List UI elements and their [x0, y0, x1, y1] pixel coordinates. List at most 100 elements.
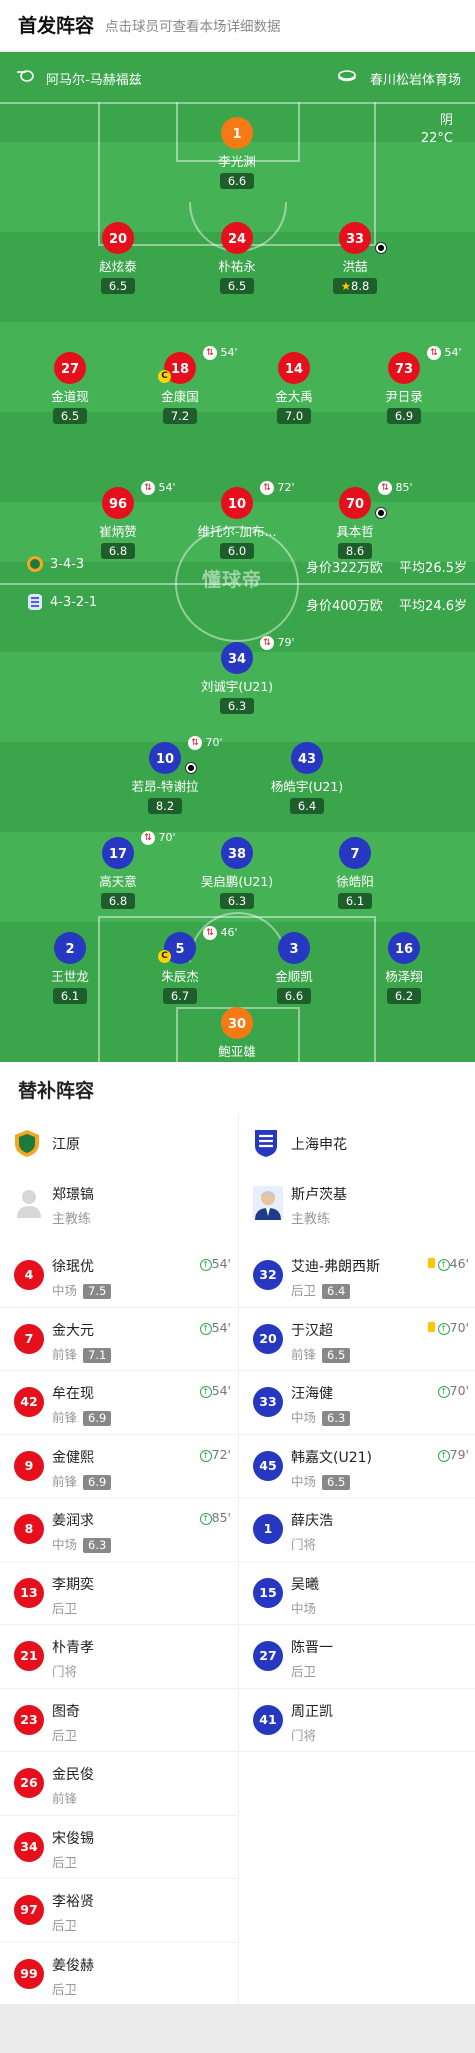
sub-row[interactable]: 99 姜俊赫 后卫	[0, 1943, 237, 2006]
sub-out-icon: ⇅	[203, 346, 217, 360]
sub-row[interactable]: 8 姜润求 中场 6.3 ↑ 85'	[0, 1498, 237, 1562]
home-coach[interactable]: 郑璟镐 主教练	[0, 1172, 237, 1244]
player-rating-value: 6.3	[227, 894, 247, 908]
player-number: 16	[388, 932, 420, 964]
coach-avatar-icon	[17, 1190, 41, 1218]
sub-in-minute: ↑ 79'	[437, 1447, 469, 1462]
sub-number: 1	[253, 1514, 283, 1544]
sub-position: 后卫	[52, 1979, 77, 1998]
sub-row[interactable]: 21 朴青孝 门将	[0, 1625, 237, 1689]
sub-in-minute: ↑ 54'	[199, 1320, 231, 1335]
player-number: 96	[102, 487, 134, 519]
sub-row[interactable]: 32 艾迪-弗朗西斯 后卫 6.4 ↑ 46'	[239, 1244, 475, 1308]
away-player[interactable]: 5 ⇅ 46' C 朱辰杰 6.7	[120, 926, 240, 1004]
sub-position-label: 门将	[52, 1664, 78, 1679]
sub-row[interactable]: 97 李裕贤 后卫	[0, 1879, 237, 1943]
home-player[interactable]: 96 ⇅ 54' 崔炳赞 6.8	[58, 481, 178, 559]
home-player[interactable]: 24 朴祐永 6.5	[177, 222, 297, 294]
sub-position-label: 中场	[291, 1600, 317, 1616]
home-player[interactable]: 20 赵炫泰 6.5	[58, 222, 178, 294]
away-player[interactable]: 34 ⇅ 79' 刘诚宇(U21) 6.3	[177, 636, 297, 714]
player-rating-value: 6.4	[297, 799, 317, 813]
subs-header: 替补阵容	[0, 1062, 475, 1114]
home-player[interactable]: 18 ⇅ 54' C 金康国 7.2	[120, 346, 240, 424]
sub-rating: 7.1	[83, 1347, 112, 1363]
player-rating: 6.5	[100, 278, 136, 294]
player-rating: 6.8	[100, 893, 136, 909]
sub-in-icon: ↑	[199, 1386, 212, 1398]
away-player[interactable]: 38 吴启鹏(U21) 6.3	[177, 837, 297, 909]
home-player[interactable]: 1 李光渊 6.6	[177, 117, 297, 189]
sub-row[interactable]: 20 于汉超 前锋 6.5 ↑ 70'	[239, 1308, 475, 1371]
sub-in-minute-value: 70'	[449, 1319, 469, 1335]
sub-row[interactable]: 41 周正凯 门将	[239, 1689, 475, 1752]
sub-out-marker: ⇅ 79'	[260, 636, 295, 650]
captain-icon: C	[158, 950, 171, 963]
sub-name: 金民俊	[52, 1767, 94, 1783]
sub-number: 33	[253, 1387, 283, 1417]
away-player[interactable]: 16 杨泽翔 6.2	[344, 932, 464, 1004]
sub-row[interactable]: 7 金大元 前锋 7.1 ↑ 54'	[0, 1308, 237, 1371]
player-name: 朴祐永	[218, 259, 256, 274]
sub-row[interactable]: 27 陈晋一 后卫	[239, 1625, 475, 1689]
home-player[interactable]: 70 ⇅ 85' ● 具本哲 8.6	[295, 481, 415, 559]
sub-row[interactable]: 13 李期奕 后卫	[0, 1562, 237, 1625]
player-rating: 6.8	[100, 543, 136, 559]
sub-row[interactable]: 9 金健熙 前锋 6.9 ↑ 72'	[0, 1435, 237, 1498]
player-number: 70	[339, 487, 371, 519]
sub-row[interactable]: 4 徐珉优 中场 7.5 ↑ 54'	[0, 1244, 237, 1308]
sub-name: 牟在现	[52, 1386, 94, 1402]
sub-out-minute: 54'	[441, 346, 462, 359]
home-subs-team[interactable]: 江原	[0, 1114, 237, 1172]
home-player[interactable]: 27 金道现 6.5	[10, 352, 130, 424]
sub-position-label: 后卫	[52, 1600, 78, 1616]
sub-position-label: 后卫	[291, 1283, 317, 1298]
player-rating-value: 7.2	[170, 409, 190, 423]
home-player[interactable]: 14 金大禹 7.0	[234, 352, 354, 424]
away-coach-role: 主教练	[291, 1212, 331, 1227]
sub-name: 陈晋一	[291, 1640, 333, 1656]
away-player[interactable]: 7 徐皓阳 6.1	[295, 837, 415, 909]
sub-row[interactable]: 1 薛庆浩 门将	[239, 1498, 475, 1562]
home-player[interactable]: 33 ● 洪喆 ★8.8	[295, 222, 415, 294]
player-rating: 6.3	[219, 698, 255, 714]
subs-title: 替补阵容	[18, 1080, 95, 1102]
sub-out-marker: ⇅ 85'	[378, 481, 413, 495]
away-player[interactable]: 2 王世龙 6.1	[10, 932, 130, 1004]
sub-out-minute: 70'	[202, 736, 223, 749]
sub-number: 21	[14, 1641, 44, 1671]
away-player[interactable]: 30鲍亚雄6.0	[177, 1007, 297, 1062]
sub-row[interactable]: 33 汪海健 中场 6.3 ↑ 70'	[239, 1371, 475, 1435]
away-player[interactable]: 3 金顺凯 6.6	[234, 932, 354, 1004]
sub-position: 前锋	[52, 1788, 77, 1807]
player-rating-value: 6.2	[394, 989, 414, 1003]
sub-number: 97	[14, 1895, 44, 1925]
player-name: 吴启鹏(U21)	[200, 874, 274, 889]
sub-name: 吴曦	[291, 1576, 319, 1593]
away-player[interactable]: 43 杨皓宇(U21) 6.4	[247, 742, 367, 814]
player-name: 鲍亚雄	[218, 1044, 256, 1059]
away-subs-list: 32 艾迪-弗朗西斯 后卫 6.4 ↑ 46' 20 于汉超 前锋 6.5 ↑ 70' 33 汪海健 中场 6…	[239, 1244, 475, 1752]
away-player[interactable]: 17 ⇅ 70' 高天意 6.8	[58, 831, 178, 909]
home-team-name: 阿马尔-马赫福兹	[46, 73, 142, 88]
player-name: 洪喆	[342, 259, 368, 274]
sub-out-icon: ⇅	[260, 636, 274, 650]
sub-in-minute: ↑ 70'	[437, 1383, 469, 1398]
sub-in-icon: ↑	[437, 1386, 450, 1398]
sub-position: 门将	[291, 1534, 316, 1553]
sub-number: 32	[253, 1260, 283, 1290]
home-player[interactable]: 10 ⇅ 72' 维托尔-加布... 6.0	[177, 481, 297, 559]
sub-row[interactable]: 34 宋俊锡 后卫	[0, 1816, 237, 1879]
sub-row[interactable]: 45 韩嘉文(U21) 中场 6.5 ↑ 79'	[239, 1435, 475, 1498]
home-player[interactable]: 73 ⇅ 54' 尹日录 6.9	[344, 346, 464, 424]
home-subs-column: 江原 郑璟镐 主教练 4 徐珉优 中场 7.5 ↑ 54' 7 金大元 前锋 7.1 ↑ 54' 42 牟…	[0, 1114, 237, 2006]
sub-position-label: 前锋	[52, 1473, 78, 1489]
sub-row[interactable]: 26 金民俊 前锋	[0, 1752, 237, 1816]
sub-out-marker: ⇅ 72'	[260, 481, 295, 495]
away-subs-team[interactable]: 上海申花	[239, 1114, 475, 1172]
sub-row[interactable]: 15 吴曦 中场	[239, 1562, 475, 1625]
away-player[interactable]: 10 ⇅ 70' ● 若昂-特谢拉 8.2	[105, 736, 225, 814]
sub-row[interactable]: 23 图奇 后卫	[0, 1689, 237, 1752]
sub-row[interactable]: 42 牟在现 前锋 6.9 ↑ 54'	[0, 1371, 237, 1435]
away-coach[interactable]: 斯卢茨基 主教练	[239, 1172, 475, 1244]
